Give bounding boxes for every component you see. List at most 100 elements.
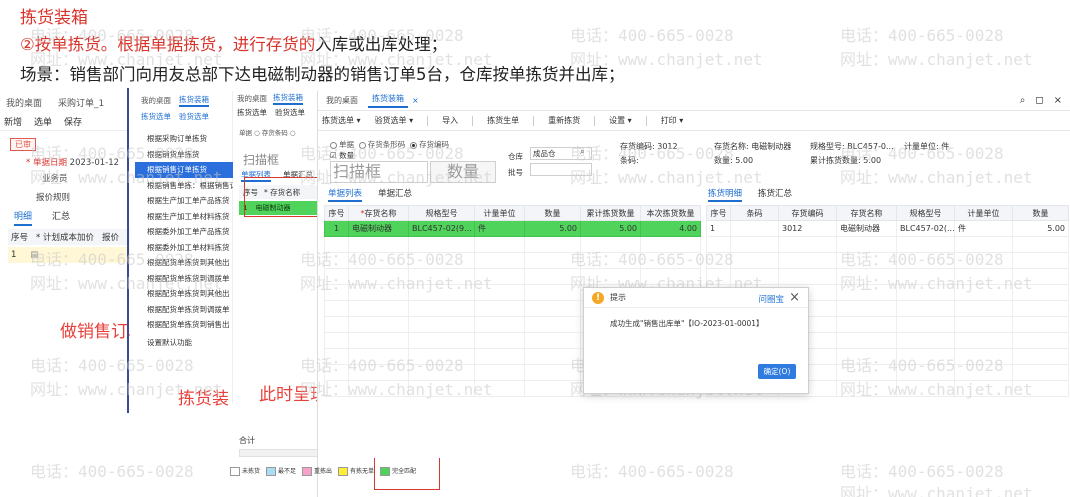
table-row[interactable]: 1 电磁制动器 BLC457-02(9... 件 5.00 5.00 4.00 [324, 220, 701, 237]
cell-name: 电磁制动器 [836, 220, 897, 237]
tab-desktop[interactable]: 我的桌面 [237, 93, 267, 104]
tab-detail[interactable]: 明细 [14, 209, 33, 226]
col-barcode: 条码 [730, 205, 779, 221]
watermark-phone: 电话：400-665-0028 [570, 26, 734, 45]
legend-item: 有拣无单 [338, 466, 374, 476]
radio-item-code[interactable]: 存货编码 [410, 140, 449, 149]
radio-barcode[interactable]: 存货条形码 [358, 140, 405, 149]
cell-unit: 件 [954, 220, 1013, 237]
cell-name: 电磁制动器 [348, 220, 409, 237]
panel-picking-preview: 我的桌面 拣货装箱 拣货选单 验货选单 单据 ○ 存货条码 ○ 扫描框 单据列表… [233, 91, 317, 497]
menu-item[interactable]: 根据销售单拣：根据销售订 [135, 178, 233, 194]
menu-item[interactable]: 根据生产加工单材料拣货 [135, 209, 233, 225]
qty-checkbox[interactable]: ☑ 数量 [330, 150, 354, 161]
menu-item[interactable]: 根据生产加工单产品拣货 [135, 193, 233, 209]
col-qty: 数量 [1012, 205, 1069, 221]
barcode-info: 条码: [620, 156, 639, 165]
tab-desktop[interactable]: 我的桌面 [141, 95, 171, 106]
toolbar-separator [645, 115, 647, 126]
pick-select-menu[interactable]: 拣货选单 [237, 107, 267, 118]
tab-desktop[interactable]: 我的桌面 [326, 95, 358, 106]
repick-button[interactable]: 重新拣货 [548, 115, 580, 126]
item-name-info: 存货名称: 电磁制动器 [714, 142, 792, 151]
col-name: 存货名称 [836, 205, 897, 221]
inspect-select-menu[interactable]: 验货选单 [179, 111, 209, 122]
menu-item[interactable]: 根据销货单拣货 [135, 147, 233, 163]
batch-field[interactable] [530, 163, 592, 176]
slide-line2-black: 入库或出库处理； [315, 35, 448, 54]
cell-spec: BLC457-02(... [896, 220, 955, 237]
menu-item[interactable]: 根据配货单拣货到其他出 [135, 255, 233, 271]
menu-item[interactable]: 根据委外加工单产品拣货 [135, 224, 233, 240]
menu-item[interactable]: 根据配货单拣货到调拨单 [135, 271, 233, 287]
print-menu[interactable]: 打印 ▾ [661, 115, 684, 126]
watermark-site: 网址：www.chanjet.net [840, 50, 1033, 69]
table-row[interactable]: 1 3012 电磁制动器 BLC457-02(... 件 5.00 [706, 220, 1069, 237]
close-icon[interactable]: × [789, 290, 800, 305]
item-code-info: 存货编码: 3012 [620, 142, 678, 151]
close-icon[interactable]: × [412, 96, 419, 105]
menu-item-default[interactable]: 设置默认功能 [135, 335, 233, 351]
inspect-select-menu[interactable]: 验货选单 ▾ [375, 115, 414, 126]
pick-select-menu[interactable]: 拣货选单 [141, 111, 171, 122]
spec-info: 规格型号: BLC457-0... [810, 142, 894, 151]
ok-button[interactable]: 确定(O) [758, 364, 796, 379]
tab-doc-list[interactable]: 单据列表 [328, 187, 363, 202]
help-link[interactable]: 问圈宝 [758, 293, 784, 305]
search-icon[interactable]: ⌕ [580, 147, 585, 157]
table-row[interactable]: 1 ▤ [8, 247, 130, 263]
tab-picking[interactable]: 拣货装箱 [179, 94, 209, 107]
toolbar-save[interactable]: 保存 [64, 115, 82, 128]
col-cost: * 计划成本加价 [36, 233, 94, 243]
import-button[interactable]: 导入 [442, 115, 458, 126]
caption-shown: 此时呈现 [259, 385, 317, 405]
menu-item[interactable]: 根据采购订单拣货 [135, 131, 233, 147]
pick-select-menu[interactable]: 拣货选单 ▾ [322, 115, 361, 126]
search-icon[interactable]: ⌕ [1020, 95, 1026, 106]
table-header: 序号 * 计划成本加价 报价 [8, 229, 130, 245]
highlight-box [244, 177, 318, 217]
generate-doc-button[interactable]: 拣货生单 [487, 115, 519, 126]
tab-pick-detail[interactable]: 拣货明细 [708, 187, 743, 202]
inspect-select-menu[interactable]: 验货选单 [275, 107, 305, 118]
toolbar-separator [533, 115, 535, 126]
col-name: *存货名称 [348, 205, 409, 221]
doc-icon[interactable]: ▤ [30, 250, 38, 260]
menu-item[interactable]: 根据委外加工单材料拣货 [135, 240, 233, 256]
settings-menu[interactable]: 设置 ▾ [609, 115, 632, 126]
menu-item-sales-order[interactable]: 根据销售订单拣货 [135, 162, 233, 178]
cell-spec: BLC457-02(9... [408, 220, 475, 237]
dialog-title: 提示 [610, 293, 626, 302]
slide-title: 拣货装箱 [20, 8, 88, 28]
restore-icon[interactable]: ◻ [1035, 95, 1043, 106]
tab-picking[interactable]: 拣货装箱 [273, 92, 303, 105]
tab-doc-summary[interactable]: 单据汇总 [378, 187, 412, 202]
tab-summary[interactable]: 汇总 [52, 209, 70, 226]
menu-item[interactable]: 根据配货单拣货到其他出 [135, 286, 233, 302]
legend-swatch [230, 467, 240, 476]
cell-qty: 5.00 [524, 220, 581, 237]
tab-purchase-order[interactable]: 采购订单_1 [58, 96, 104, 109]
scan-input[interactable]: 扫描框 [330, 161, 428, 183]
divider [127, 88, 129, 413]
menu-item[interactable]: 根据配货单拣货到销售出 [135, 317, 233, 333]
close-window-icon[interactable]: × [1054, 95, 1062, 106]
toolbar-select[interactable]: 选单 [34, 115, 52, 128]
slide-line2-red: ②按单拣货。根据单据拣货，进行存货的 [20, 35, 316, 54]
date-value[interactable]: 2023-01-12 [70, 158, 119, 168]
color-legend: 未拣货 最不足 重拣出 有拣无单 完全匹配 [230, 466, 416, 476]
col-price: 报价 [101, 233, 119, 243]
dialog-message: 成功生成"销售出库单"【IO-2023-01-0001】 [610, 319, 764, 328]
menu-item[interactable]: 根据配货单拣货到调拨单 [135, 302, 233, 318]
cell-current[interactable]: 4.00 [640, 220, 701, 237]
quantity-input[interactable]: 数量 [430, 161, 496, 183]
tab-pick-summary[interactable]: 拣货汇总 [758, 187, 792, 202]
cell-barcode [730, 220, 779, 237]
horizontal-scrollbar[interactable] [239, 449, 317, 457]
scan-mode-radios[interactable]: 单据 ○ 存货条码 ○ [239, 127, 296, 137]
tab-desktop[interactable]: 我的桌面 [6, 96, 42, 109]
legend-item: 最不足 [266, 466, 296, 476]
toolbar-new[interactable]: 新增 [4, 115, 22, 128]
radio-document[interactable]: 单据 [330, 140, 354, 149]
tab-picking[interactable]: 拣货装箱 [368, 93, 408, 108]
